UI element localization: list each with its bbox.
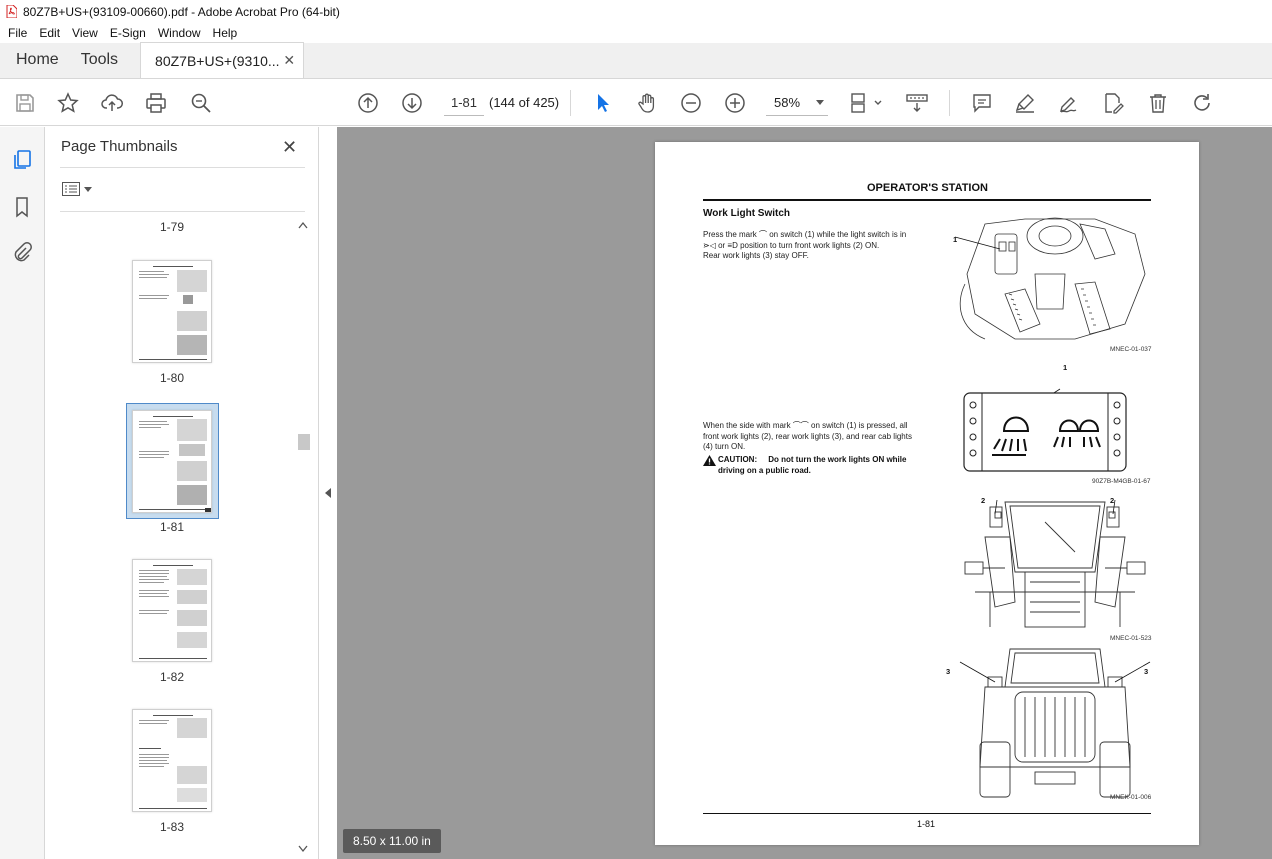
document-tab-label: 80Z7B+US+(9310... bbox=[155, 52, 280, 69]
front-work-lights-figure bbox=[964, 499, 1146, 628]
print-icon[interactable] bbox=[144, 91, 168, 115]
chevron-down-icon bbox=[84, 186, 92, 192]
thumbnail-page[interactable] bbox=[132, 260, 212, 363]
tab-bar: Home Tools 80Z7B+US+(9310... ✕ bbox=[0, 42, 1272, 79]
page-number-input[interactable] bbox=[444, 90, 484, 116]
callout-2: 2 bbox=[981, 496, 986, 505]
thumbnail-page-current[interactable] bbox=[132, 410, 212, 513]
page-number: 1-81 bbox=[917, 819, 936, 829]
callout-1: 1 bbox=[953, 235, 958, 244]
cab-interior-figure bbox=[954, 217, 1146, 340]
thumbnail-label: 1-80 bbox=[159, 371, 185, 385]
tab-home[interactable]: Home bbox=[0, 42, 73, 78]
document-view[interactable]: OPERATOR'S STATION Work Light Switch Pre… bbox=[337, 127, 1272, 859]
footer-rule bbox=[703, 813, 1151, 814]
callout-1: 1 bbox=[1063, 363, 1068, 372]
menu-window[interactable]: Window bbox=[152, 26, 207, 40]
menu-help[interactable]: Help bbox=[207, 26, 244, 40]
thumbnail-page[interactable] bbox=[132, 709, 212, 812]
next-page-icon[interactable] bbox=[400, 91, 424, 115]
menu-bar: File Edit View E-Sign Window Help bbox=[0, 23, 1272, 43]
zoom-value: 58% bbox=[774, 95, 801, 110]
window-title: 80Z7B+US+(93109-00660).pdf - Adobe Acrob… bbox=[23, 4, 340, 19]
header-rule bbox=[703, 199, 1151, 201]
figure-code: MNEC-01-523 bbox=[1110, 635, 1152, 642]
redo-icon[interactable] bbox=[1190, 91, 1214, 115]
figure-code: 90Z7B-M4GB-01-67 bbox=[1092, 478, 1151, 485]
highlight-icon[interactable] bbox=[1013, 91, 1037, 115]
fit-page-icon[interactable] bbox=[849, 91, 887, 115]
page-size-badge: 8.50 x 11.00 in bbox=[343, 829, 441, 853]
thumbnail-page[interactable] bbox=[132, 559, 212, 662]
acrobat-icon bbox=[6, 5, 17, 18]
callout-2: 2 bbox=[1110, 496, 1115, 505]
page-count-label: (144 of 425) bbox=[489, 95, 560, 110]
tab-tools[interactable]: Tools bbox=[73, 42, 126, 78]
hand-icon[interactable] bbox=[635, 91, 659, 115]
rear-work-lights-figure bbox=[959, 648, 1151, 798]
options-list-icon bbox=[62, 182, 80, 196]
scroll-down-icon[interactable] bbox=[298, 845, 308, 853]
thumbnail-label: 1-82 bbox=[159, 670, 185, 684]
close-tab-icon[interactable]: ✕ bbox=[283, 52, 295, 69]
callout-3: 3 bbox=[946, 667, 951, 676]
thumbnail-label: 1-83 bbox=[159, 820, 185, 834]
pdf-page: OPERATOR'S STATION Work Light Switch Pre… bbox=[655, 142, 1199, 845]
thumbnail-label: 1-79 bbox=[159, 220, 185, 234]
warning-triangle-icon bbox=[703, 455, 716, 466]
panel-collapse-handle[interactable] bbox=[320, 127, 337, 859]
sign-icon[interactable] bbox=[1057, 91, 1081, 115]
bookmark-icon[interactable] bbox=[10, 195, 34, 219]
prev-page-icon[interactable] bbox=[356, 91, 380, 115]
toolbar bbox=[0, 80, 1272, 126]
chevron-left-icon bbox=[325, 488, 331, 498]
thumbnail-label: 1-81 bbox=[159, 520, 185, 534]
thumbnail-options-button[interactable] bbox=[62, 182, 92, 196]
zoom-out-icon[interactable] bbox=[679, 91, 703, 115]
search-icon[interactable] bbox=[189, 91, 213, 115]
menu-view[interactable]: View bbox=[66, 26, 104, 40]
save-icon[interactable] bbox=[13, 91, 37, 115]
chevron-down-icon bbox=[816, 100, 824, 105]
work-light-switch-figure bbox=[963, 388, 1127, 472]
edit-pdf-icon[interactable] bbox=[1101, 91, 1125, 115]
page-thumbnails-panel: Page Thumbnails ✕ 1-79 1-80 1-81 1-82 1-… bbox=[46, 127, 319, 859]
upload-icon[interactable] bbox=[100, 91, 124, 115]
menu-file[interactable]: File bbox=[2, 26, 33, 40]
section-title: Work Light Switch bbox=[703, 208, 791, 219]
page-thumbnails-icon[interactable] bbox=[10, 148, 34, 172]
page-header: OPERATOR'S STATION bbox=[867, 182, 988, 194]
scroll-mode-icon[interactable] bbox=[905, 91, 929, 115]
left-rail bbox=[0, 127, 45, 859]
scrollbar-thumb[interactable] bbox=[298, 434, 310, 450]
figure-code: MNEC-01-037 bbox=[1110, 346, 1152, 353]
attachment-icon[interactable] bbox=[10, 240, 34, 264]
panel-title: Page Thumbnails bbox=[61, 138, 178, 155]
menu-esign[interactable]: E-Sign bbox=[104, 26, 152, 40]
scroll-up-icon[interactable] bbox=[298, 221, 308, 229]
callout-3: 3 bbox=[1144, 667, 1149, 676]
thumbnail-scrollbar[interactable] bbox=[296, 221, 310, 853]
caution-note: CAUTION: Do not turn the work lights ON … bbox=[703, 455, 923, 476]
paragraph-front-lights: Press the mark ⌒ on switch (1) while the… bbox=[703, 230, 907, 260]
select-arrow-icon[interactable] bbox=[591, 91, 615, 115]
menu-edit[interactable]: Edit bbox=[33, 26, 66, 40]
zoom-select[interactable]: 58% bbox=[766, 90, 828, 116]
paragraph-all-lights: When the side with mark ⌒⌒ on switch (1)… bbox=[703, 421, 912, 451]
star-icon[interactable] bbox=[56, 91, 80, 115]
close-panel-icon[interactable]: ✕ bbox=[282, 137, 297, 158]
comment-icon[interactable] bbox=[970, 91, 994, 115]
tab-document[interactable]: 80Z7B+US+(9310... ✕ bbox=[140, 42, 305, 78]
title-bar: 80Z7B+US+(93109-00660).pdf - Adobe Acrob… bbox=[0, 0, 1272, 23]
zoom-in-icon[interactable] bbox=[723, 91, 747, 115]
delete-icon[interactable] bbox=[1146, 91, 1170, 115]
figure-code: MNEK-01-006 bbox=[1110, 794, 1152, 801]
